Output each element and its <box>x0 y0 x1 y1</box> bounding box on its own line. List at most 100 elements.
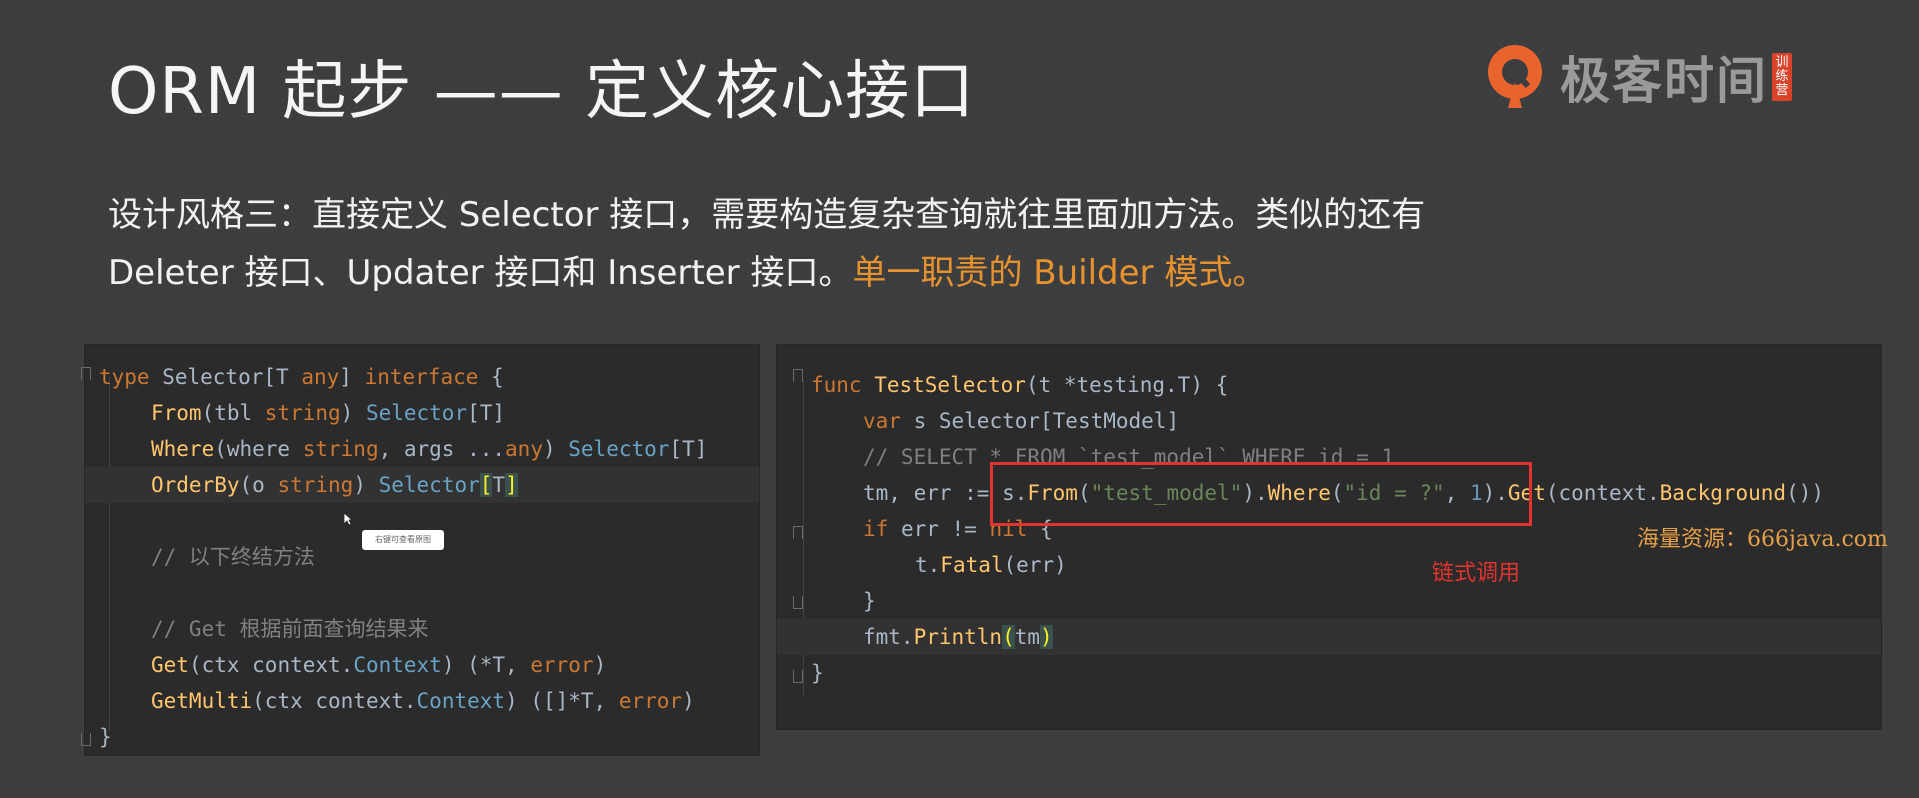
code-args: (t *testing.T) { <box>1025 373 1229 397</box>
logo: 极客时间 训练营 <box>1484 42 1792 112</box>
code-method: Background <box>1659 481 1787 505</box>
fold-marker-icon[interactable] <box>793 526 803 539</box>
slide-title: ORM 起步 —— 定义核心接口 <box>108 55 976 129</box>
code-line-6: // 以下终结方法 <box>151 539 759 575</box>
code-line-4-current: OrderBy(o string) Selector[T] <box>85 467 759 503</box>
logo-badge: 训练营 <box>1772 53 1792 101</box>
code-keyword: string <box>264 401 341 425</box>
code-return: ) (*T, <box>441 653 531 677</box>
code-type: Context <box>416 689 506 713</box>
code-bracket-match: ) <box>1040 625 1053 649</box>
code-brace: { <box>478 365 504 389</box>
code-keyword: func <box>811 373 862 397</box>
code-brace: } <box>863 589 876 613</box>
description-line-1: 设计风格三：直接定义 Selector 接口，需要构造复杂查询就往里面加方法。类… <box>108 195 1426 235</box>
code-line-3: Where(where string, args ...any) Selecto… <box>151 431 759 467</box>
fold-marker-icon[interactable] <box>81 367 91 380</box>
code-text: fmt. <box>863 625 914 649</box>
code-generic: [T] <box>467 401 506 425</box>
code-line-10: GetMulti(ctx context.Context) ([]*T, err… <box>151 683 759 719</box>
code-keyword: error <box>530 653 594 677</box>
code-type-param: T <box>492 473 506 497</box>
code-line-9: Get(ctx context.Context) (*T, error) <box>151 647 759 683</box>
code-text: (err) <box>1003 553 1067 577</box>
fold-marker-icon[interactable] <box>81 733 91 746</box>
description: 设计风格三：直接定义 Selector 接口，需要构造复杂查询就往里面加方法。类… <box>108 186 1548 302</box>
code-line-1: func TestSelector(t *testing.T) { <box>811 367 1881 403</box>
code-text: err != <box>888 517 990 541</box>
code-paren: ) <box>353 473 379 497</box>
code-keyword: string <box>277 473 354 497</box>
code-line-2: From(tbl string) Selector[T] <box>151 395 759 431</box>
mouse-cursor-icon <box>343 512 353 526</box>
code-generic: [T] <box>669 437 708 461</box>
code-arg: tm <box>1014 625 1041 649</box>
code-keyword: error <box>618 689 683 713</box>
code-type-name: Selector <box>149 365 264 389</box>
code-method: Get <box>151 653 189 677</box>
code-text: ()) <box>1786 481 1825 505</box>
code-keyword: if <box>863 517 889 541</box>
fold-marker-icon[interactable] <box>793 369 803 382</box>
code-line-1: type Selector[T any] interface { <box>99 359 759 395</box>
code-brace: } <box>811 661 824 685</box>
code-type: Context <box>353 653 442 677</box>
code-args: , args ... <box>378 437 506 461</box>
code-type-param: T <box>276 365 289 389</box>
code-function-name: TestSelector <box>861 373 1026 397</box>
code-text: (context. <box>1545 481 1660 505</box>
tooltip: 右键可查看原图 <box>362 530 444 550</box>
code-keyword: var <box>863 409 901 433</box>
fold-marker-icon[interactable] <box>793 670 803 683</box>
chain-call-highlight-box <box>990 462 1532 526</box>
code-declaration: s Selector[TestModel] <box>900 409 1180 433</box>
code-text: t. <box>915 553 941 577</box>
code-args: (ctx context. <box>188 653 354 677</box>
code-paren: ) <box>340 401 366 425</box>
code-paren: ) <box>682 689 695 713</box>
indent-guide <box>109 377 110 732</box>
code-comment: // 以下终结方法 <box>151 545 315 569</box>
code-comment: // Get 根据前面查询结果来 <box>151 617 429 641</box>
code-return-type: Selector <box>365 401 468 425</box>
code-return-type: Selector <box>378 473 480 497</box>
code-method: GetMulti <box>151 689 253 713</box>
code-method: Println <box>913 625 1003 649</box>
code-method: OrderBy <box>151 473 240 497</box>
code-return: ) ([]*T, <box>505 689 619 713</box>
code-bracket: ] <box>339 365 352 389</box>
code-args: (ctx context. <box>252 689 417 713</box>
code-paren: ) <box>542 437 569 461</box>
watermark: 海量资源：666java.com <box>1637 527 1888 552</box>
code-args: (tbl <box>201 401 265 425</box>
fold-marker-icon[interactable] <box>793 596 803 609</box>
code-paren: ) <box>593 653 607 677</box>
code-line-11: } <box>99 719 759 755</box>
code-keyword: any <box>301 365 340 389</box>
code-line-8: // Get 根据前面查询结果来 <box>151 611 759 647</box>
code-bracket-match: ( <box>1002 625 1015 649</box>
code-line-7: } <box>863 583 1881 619</box>
code-method: From <box>151 401 202 425</box>
code-args: (where <box>214 437 303 461</box>
code-bracket-match: [ <box>479 473 493 497</box>
code-line-9: } <box>811 655 1881 691</box>
code-line-8-current: fmt.Println(tm) <box>777 619 1881 655</box>
code-keyword: any <box>505 437 543 461</box>
code-keyword: string <box>302 437 379 461</box>
code-keyword: type <box>99 365 150 389</box>
description-line-2-text: Deleter 接口、Updater 接口和 Inserter 接口。 <box>108 253 853 293</box>
code-return-type: Selector <box>568 437 670 461</box>
code-bracket-match: ] <box>505 473 518 497</box>
code-bracket: [ <box>263 365 277 389</box>
description-highlight: 单一职责的 Builder 模式。 <box>852 253 1267 293</box>
code-method: Fatal <box>940 553 1004 577</box>
description-line-2: Deleter 接口、Updater 接口和 Inserter 接口。单一职责的… <box>108 244 1548 302</box>
code-brace: } <box>99 725 112 749</box>
logo-text: 极客时间 <box>1560 52 1768 110</box>
geektime-logo-icon <box>1488 45 1542 108</box>
chain-call-label: 链式调用 <box>1432 561 1521 586</box>
code-keyword: interface <box>364 365 479 389</box>
left-code-editor[interactable]: type Selector[T any] interface { From(tb… <box>81 344 760 756</box>
